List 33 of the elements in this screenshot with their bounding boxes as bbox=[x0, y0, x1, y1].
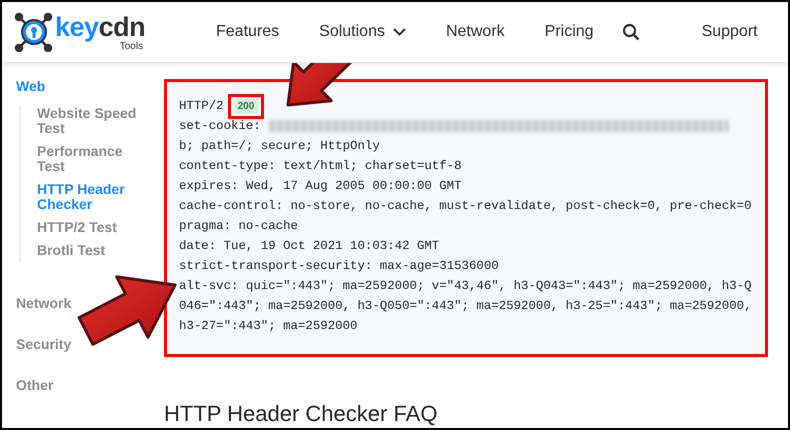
header-line: content-type: text/html; charset=utf-8 bbox=[179, 158, 462, 175]
status-badge: 200 bbox=[234, 98, 258, 114]
logo-icon bbox=[14, 12, 54, 52]
header-line: expires: Wed, 17 Aug 2005 00:00:00 GMT bbox=[179, 178, 462, 195]
nav-dropdown[interactable]: Solutions bbox=[319, 23, 406, 41]
sidebar-item[interactable]: Brotli Test bbox=[37, 243, 149, 258]
sidebar-category[interactable]: Security bbox=[16, 337, 72, 352]
sidebar-category[interactable]: Web bbox=[16, 79, 46, 94]
header-line: pragma: no-cache bbox=[179, 218, 298, 235]
brand-name: keycdn bbox=[55, 12, 146, 42]
nav-link[interactable]: Features bbox=[216, 23, 280, 41]
header-line: HTTP/2 bbox=[179, 98, 224, 115]
sidebar-item[interactable]: HTTP Header Checker bbox=[37, 182, 149, 212]
chevron-down-icon bbox=[392, 28, 406, 36]
nav-link[interactable]: Support bbox=[702, 23, 758, 41]
sidebar-category[interactable]: Network bbox=[16, 296, 72, 311]
header-line: 046=":443"; ma=2592000, h3-Q050=":443"; ma=2592000, h3-25=":443"; ma=2592000, bbox=[179, 298, 752, 315]
section-heading: HTTP Header Checker FAQ bbox=[164, 401, 438, 427]
nav-link[interactable]: Network bbox=[446, 23, 505, 41]
sidebar-category[interactable]: Other bbox=[16, 378, 54, 393]
sidebar-item[interactable]: HTTP/2 Test bbox=[37, 220, 149, 235]
header-line: set-cookie: bbox=[179, 118, 261, 135]
header-line: strict-transport-security: max-age=31536000 bbox=[179, 258, 499, 275]
header-line: b; path=/; secure; HttpOnly bbox=[179, 138, 380, 155]
header-line: date: Tue, 19 Oct 2021 10:03:42 GMT bbox=[179, 238, 440, 255]
nav-link[interactable]: Pricing bbox=[544, 23, 594, 41]
header-line: h3-27=":443"; ma=2592000 bbox=[179, 318, 358, 335]
header-line: alt-svc: quic=":443"; ma=2592000; v="43,46", h3-Q043=":443"; ma=2592000, h3-Q bbox=[179, 278, 752, 295]
header-line: cache-control: no-store, no-cache, must-revalidate, post-check=0, pre-check=0 bbox=[179, 198, 752, 215]
sidebar-item[interactable]: Website Speed Test bbox=[37, 106, 149, 136]
brand-subtitle: Tools bbox=[120, 42, 144, 52]
search-icon[interactable] bbox=[622, 23, 640, 41]
sidebar-item[interactable]: Performance Test bbox=[37, 144, 149, 174]
